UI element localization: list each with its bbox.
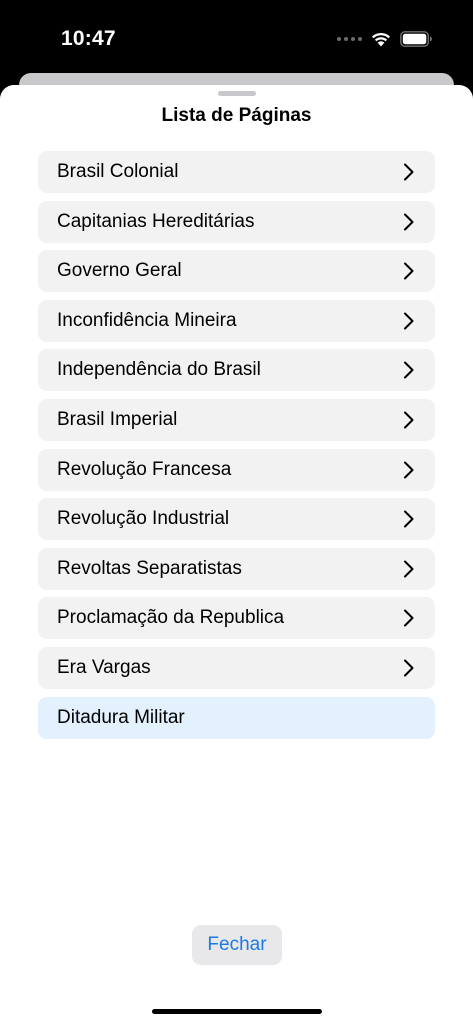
battery-icon — [400, 31, 432, 47]
chevron-right-icon — [404, 163, 414, 181]
page-list-item-label: Revolução Industrial — [57, 508, 230, 530]
page-list-item-label: Revoltas Separatistas — [57, 557, 242, 579]
page-list-item[interactable]: Revolução Francesa — [38, 448, 435, 491]
status-bar: 10:47 — [0, 0, 473, 72]
status-time: 10:47 — [61, 27, 116, 50]
close-button[interactable]: Fechar — [192, 925, 282, 965]
page-list-item-label: Ditadura Militar — [57, 706, 185, 728]
chevron-right-icon — [404, 262, 414, 280]
page-list-item-label: Revolução Francesa — [57, 458, 232, 480]
page-list-item[interactable]: Brasil Colonial — [38, 151, 435, 193]
page-list-item-label: Era Vargas — [57, 656, 151, 678]
page-list-item-label: Capitanias Hereditárias — [57, 210, 255, 232]
page-list-item[interactable]: Capitanias Hereditárias — [38, 200, 435, 243]
chevron-right-icon — [404, 213, 414, 231]
page-list-item[interactable]: Independência do Brasil — [38, 349, 435, 392]
page-list-item[interactable]: Governo Geral — [38, 250, 435, 293]
chevron-right-icon — [404, 312, 414, 330]
page-list-item-label: Proclamação da Republica — [57, 607, 285, 629]
sheet-title: Lista de Páginas — [161, 105, 312, 126]
page-list-item[interactable]: Era Vargas — [38, 646, 435, 689]
page-list-item[interactable]: Proclamação da Republica — [38, 597, 435, 640]
page-list-item[interactable]: Revoltas Separatistas — [38, 547, 435, 590]
chevron-right-icon — [404, 461, 414, 479]
signal-dots-icon — [337, 37, 362, 41]
page-list-item-label: Governo Geral — [57, 260, 182, 282]
page-list-item-label: Inconfidência Mineira — [57, 309, 237, 331]
page-list-item-label: Brasil Imperial — [57, 408, 178, 430]
page-list-item-label: Independência do Brasil — [57, 359, 261, 381]
page-list-item-label: Brasil Colonial — [57, 161, 179, 182]
wifi-icon — [372, 32, 390, 46]
chevron-right-icon — [404, 510, 414, 528]
page-list-item[interactable]: Ditadura Militar — [38, 696, 435, 739]
page-list-item[interactable]: Inconfidência Mineira — [38, 299, 435, 342]
chevron-right-icon — [404, 609, 414, 627]
chevron-right-icon — [404, 361, 414, 379]
chevron-right-icon — [404, 659, 414, 677]
page-list-sheet: Lista de Páginas Brasil Colonial Capitani… — [0, 85, 473, 1024]
status-icons — [337, 30, 433, 48]
chevron-right-icon — [404, 560, 414, 578]
page-list-item[interactable]: Brasil Imperial — [38, 398, 435, 441]
page-list: Brasil Colonial Capitanias Hereditárias Go… — [38, 151, 435, 746]
chevron-right-icon — [404, 411, 414, 429]
sheet-grabber[interactable] — [218, 91, 256, 96]
page-list-item[interactable]: Revolução Industrial — [38, 498, 435, 541]
home-indicator — [152, 1009, 322, 1014]
